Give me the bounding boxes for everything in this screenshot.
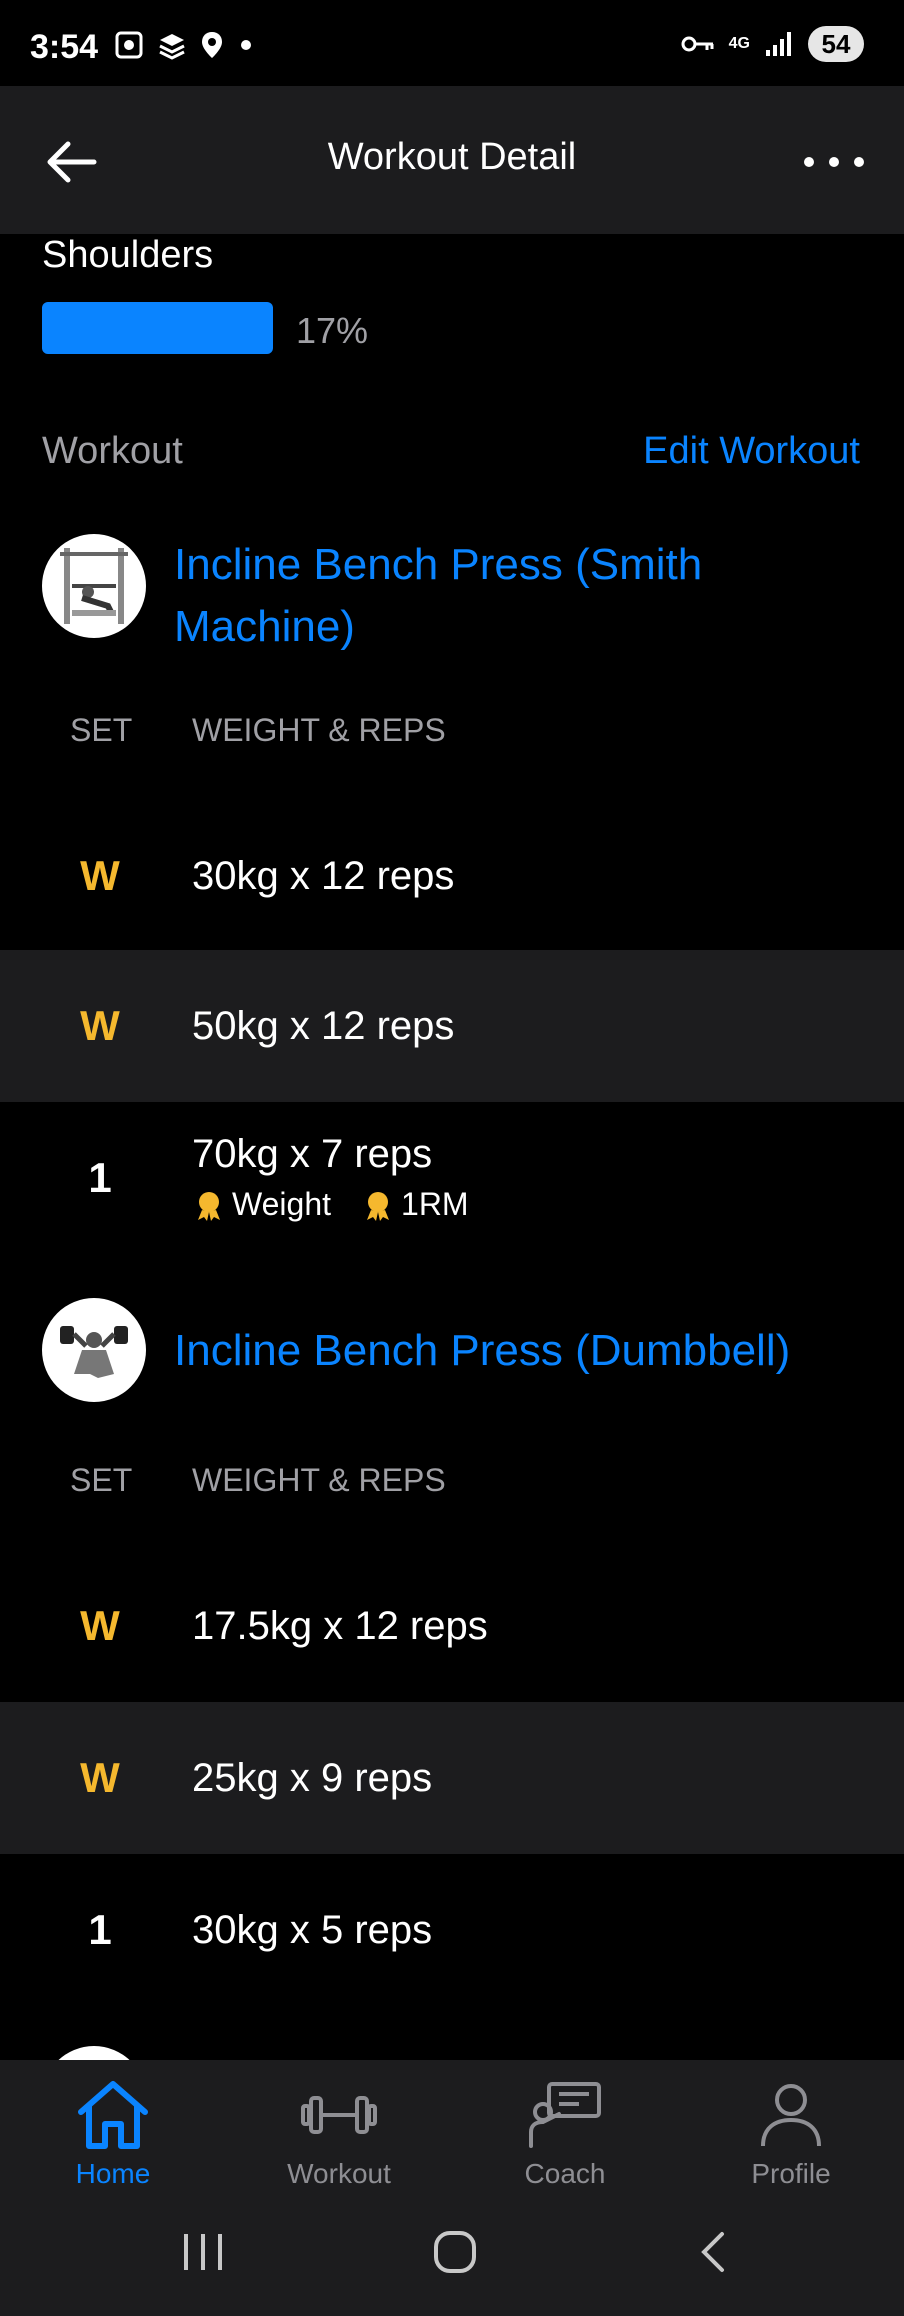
nav-item-coach[interactable]: Coach	[452, 2078, 678, 2190]
vpn-key-icon	[681, 36, 714, 52]
status-time: 3:54	[30, 28, 99, 66]
set-weight-reps: 30kg x 12 reps	[192, 854, 455, 898]
set-weight-reps: 17.5kg x 12 reps	[192, 1604, 488, 1648]
workout-detail-content[interactable]: Shoulders 17% Workout Edit Workout Incli…	[0, 234, 904, 2060]
system-navigation-bar	[0, 2200, 904, 2316]
set-number: W	[80, 1602, 120, 1649]
set-weight-reps: 30kg x 5 reps	[192, 1908, 433, 1952]
set-table-header: SET WEIGHT & REPS	[0, 712, 904, 772]
battery-indicator: 54	[808, 26, 864, 62]
nav-item-home[interactable]: Home	[0, 2078, 226, 2190]
dumbbell-icon	[301, 2096, 377, 2134]
col-set-label: SET	[70, 712, 133, 748]
edit-workout-link[interactable]: Edit Workout	[643, 430, 860, 473]
more-options-button[interactable]	[804, 134, 864, 190]
section-label-workout: Workout	[42, 430, 183, 472]
col-weight-reps-label: WEIGHT & REPS	[192, 1462, 446, 1498]
set-number: 1	[88, 1906, 112, 1953]
chevron-left-icon	[701, 2232, 724, 2272]
muscle-percent: 17%	[296, 310, 369, 351]
page-title: Workout Detail	[327, 136, 577, 178]
location-icon	[202, 32, 222, 58]
signal-icon	[766, 32, 791, 56]
set-number: 1	[88, 1154, 112, 1201]
col-weight-reps-label: WEIGHT & REPS	[192, 712, 446, 748]
nav-item-profile[interactable]: Profile	[678, 2078, 904, 2190]
exercise-name[interactable]: Incline Bench Press (Dumbbell)	[174, 1320, 864, 1382]
exercise-name[interactable]: Incline Bench Press (Smith Machine)	[174, 534, 864, 658]
smith-machine-icon	[60, 548, 128, 624]
nav-label: Workout	[287, 2158, 391, 2189]
screenshot-icon	[115, 31, 143, 59]
nav-label: Home	[75, 2158, 151, 2189]
coach-icon	[529, 2082, 601, 2148]
set-row: W 17.5kg x 12 reps	[0, 1550, 904, 1702]
medal-icon	[367, 1191, 390, 1221]
record-badge-weight: Weight	[192, 1186, 331, 1223]
exercise-thumbnail	[42, 1298, 146, 1402]
exercise-thumbnail	[42, 2046, 146, 2060]
set-weight-reps: 70kg x 7 reps	[192, 1132, 433, 1176]
set-row: 1 30kg x 5 reps	[0, 1854, 904, 2006]
set-row: W 30kg x 12 reps	[0, 800, 904, 952]
nav-item-workout[interactable]: Workout	[226, 2078, 452, 2190]
dot-icon	[854, 157, 864, 167]
app-header: Workout Detail	[0, 86, 904, 234]
set-number: W	[80, 852, 120, 899]
recent-apps-button[interactable]	[180, 2230, 226, 2279]
set-weight-reps: 25kg x 9 reps	[192, 1756, 433, 1800]
exercise-header[interactable]: Incline Bench Press (Smith Machine)	[0, 534, 904, 658]
profile-icon	[761, 2084, 821, 2147]
status-notification-icons	[114, 30, 256, 60]
set-table-header: SET WEIGHT & REPS	[0, 1462, 904, 1522]
exercise-thumbnail	[42, 534, 146, 638]
exercise-header[interactable]: Incline Bench Press (Dumbbell)	[0, 1298, 904, 1404]
set-number: W	[80, 1002, 120, 1049]
record-badges: Weight 1RM	[192, 1186, 469, 1223]
home-system-button[interactable]	[432, 2230, 478, 2279]
stack-icon	[159, 34, 185, 60]
home-circle-icon	[434, 2231, 476, 2273]
set-weight-reps: 50kg x 12 reps	[192, 1004, 455, 1048]
back-system-button[interactable]	[690, 2230, 736, 2279]
set-row: 1 70kg x 7 reps Weight 1RM	[0, 1102, 904, 1262]
muscle-progress-bar	[42, 302, 273, 354]
medal-icon	[198, 1191, 220, 1221]
record-badge-1rm: 1RM	[361, 1186, 469, 1223]
network-type: 4G	[728, 35, 750, 52]
nav-label: Coach	[524, 2158, 606, 2189]
status-bar: 3:54 4G 54	[0, 0, 904, 86]
recent-apps-icon	[184, 2234, 222, 2270]
set-row: W 25kg x 9 reps	[0, 1702, 904, 1854]
dumbbell-press-icon	[60, 1326, 128, 1378]
badge-label: 1RM	[401, 1186, 469, 1222]
status-system-icons: 4G 54	[681, 26, 864, 62]
nav-label: Profile	[751, 2158, 831, 2189]
home-icon	[78, 2081, 148, 2149]
dot-icon	[804, 157, 814, 167]
badge-label: Weight	[232, 1186, 332, 1222]
col-set-label: SET	[70, 1462, 133, 1498]
dot-icon	[829, 157, 839, 167]
set-number: W	[80, 1754, 120, 1801]
set-row: W 50kg x 12 reps	[0, 950, 904, 1102]
muscle-name: Shoulders	[42, 234, 214, 276]
dot-icon	[241, 40, 251, 50]
